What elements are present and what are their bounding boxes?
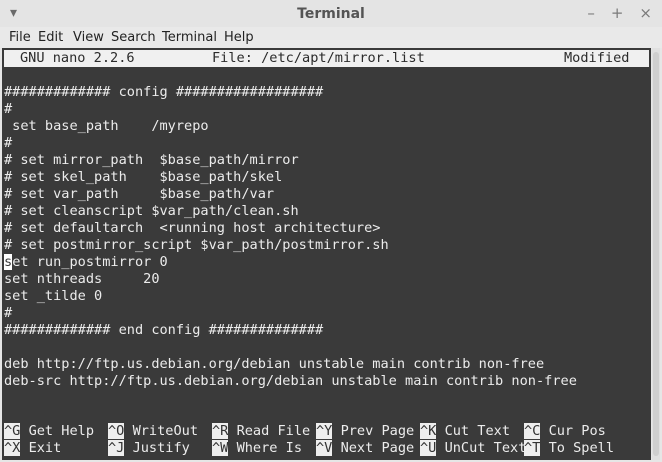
nano-header: GNU nano 2.2.6 File: /etc/apt/mirror.lis… (4, 50, 649, 67)
shortcut-cut-text[interactable]: ^K Cut Text (420, 423, 510, 440)
shortcut-label: Where Is (236, 440, 303, 456)
shortcut-label: Cur Pos (548, 423, 606, 439)
terminal-area[interactable]: GNU nano 2.2.6 File: /etc/apt/mirror.lis… (2, 48, 651, 460)
shortcut-prev-page[interactable]: ^Y Prev Page (316, 423, 414, 440)
shortcut-label: Get Help (28, 423, 95, 439)
shortcut-label: Next Page (340, 440, 415, 456)
editor-line[interactable]: # set defaultarch <running host architec… (4, 220, 380, 237)
editor-line[interactable]: set nthreads 20 (4, 271, 160, 288)
shortcut-label: Read File (236, 423, 311, 439)
scrollbar[interactable] (652, 48, 660, 460)
shortcut-key: ^Y (316, 423, 333, 439)
minimize-icon[interactable]: – (587, 4, 595, 22)
editor-line[interactable]: ############# end config ############## (4, 322, 323, 339)
editor-line[interactable]: # set mirror_path $base_path/mirror (4, 152, 299, 169)
shortcut-get-help[interactable]: ^G Get Help (4, 423, 94, 440)
shortcut-to-spell[interactable]: ^T To Spell (524, 440, 614, 457)
scrollbar-thumb[interactable] (653, 52, 659, 456)
maximize-icon[interactable]: + (611, 4, 624, 22)
editor-line[interactable]: set _tilde 0 (4, 288, 102, 305)
nano-file-name: File: /etc/apt/mirror.list (212, 50, 425, 66)
shortcut-key: ^V (316, 440, 333, 456)
nano-modified-status: Modified (564, 50, 630, 66)
shortcut-justify[interactable]: ^J Justify (108, 440, 190, 457)
close-icon[interactable]: × (639, 4, 652, 22)
shortcut-label: WriteOut (132, 423, 199, 439)
editor-line[interactable]: deb-src http://ftp.us.debian.org/debian … (4, 373, 577, 390)
editor-line[interactable]: set run_postmirror 0 (4, 254, 168, 271)
editor-line[interactable]: ############# config ################## (4, 84, 323, 101)
menu-help[interactable]: Help (224, 30, 254, 45)
shortcut-cur-pos[interactable]: ^C Cur Pos (524, 423, 606, 440)
shortcut-next-page[interactable]: ^V Next Page (316, 440, 414, 457)
editor-line[interactable]: # set skel_path $base_path/skel (4, 169, 282, 186)
shortcut-key: ^C (524, 423, 541, 439)
shortcut-where-is[interactable]: ^W Where Is (212, 440, 302, 457)
shortcut-label: Exit (28, 440, 62, 456)
shortcut-read-file[interactable]: ^R Read File (212, 423, 310, 440)
menu-file[interactable]: File (9, 30, 31, 45)
nano-version: GNU nano 2.2.6 (20, 50, 135, 66)
menu-bar: File Edit View Search Terminal Help (0, 27, 662, 48)
title-bar[interactable]: ▾ Terminal – + × (0, 0, 662, 27)
shortcut-bar: ^G Get Help ^O WriteOut ^R Read File ^Y … (2, 423, 651, 457)
editor-line-text: et run_postmirror 0 (12, 254, 168, 270)
editor-line[interactable]: deb http://ftp.us.debian.org/debian unst… (4, 356, 544, 373)
menu-edit[interactable]: Edit (38, 30, 63, 45)
shortcut-key: ^U (420, 440, 437, 456)
shortcut-label: To Spell (548, 440, 615, 456)
shortcut-key: ^W (212, 440, 229, 456)
shortcut-exit[interactable]: ^X Exit (4, 440, 61, 457)
shortcut-writeout[interactable]: ^O WriteOut (108, 423, 198, 440)
terminal-window: ▾ Terminal – + × File Edit View Search T… (0, 0, 662, 462)
shortcut-key: ^O (108, 423, 125, 439)
shortcut-label: UnCut Text (444, 440, 527, 456)
editor-line[interactable]: # set var_path $base_path/var (4, 186, 274, 203)
text-cursor: s (4, 254, 13, 270)
shortcut-label: Prev Page (340, 423, 415, 439)
menu-search[interactable]: Search (111, 30, 156, 45)
menu-terminal[interactable]: Terminal (162, 30, 217, 45)
editor-line[interactable]: set base_path /myrepo (4, 118, 208, 135)
editor-line[interactable]: # set cleanscript $var_path/clean.sh (4, 203, 299, 220)
shortcut-key: ^J (108, 440, 125, 456)
shortcut-uncut-text[interactable]: ^U UnCut Text (420, 440, 526, 457)
shortcut-key: ^X (4, 440, 21, 456)
shortcut-key: ^T (524, 440, 541, 456)
shortcut-key: ^R (212, 423, 229, 439)
shortcut-key: ^G (4, 423, 21, 439)
editor-line[interactable]: # set postmirror_script $var_path/postmi… (4, 237, 389, 254)
editor-line[interactable]: # (4, 101, 12, 118)
shortcut-label: Cut Text (444, 423, 511, 439)
editor-line[interactable]: # (4, 135, 12, 152)
window-title: Terminal (297, 6, 365, 22)
editor-line[interactable]: # (4, 305, 12, 322)
shortcut-key: ^K (420, 423, 437, 439)
shortcut-label: Justify (132, 440, 190, 456)
menu-view[interactable]: View (73, 30, 104, 45)
